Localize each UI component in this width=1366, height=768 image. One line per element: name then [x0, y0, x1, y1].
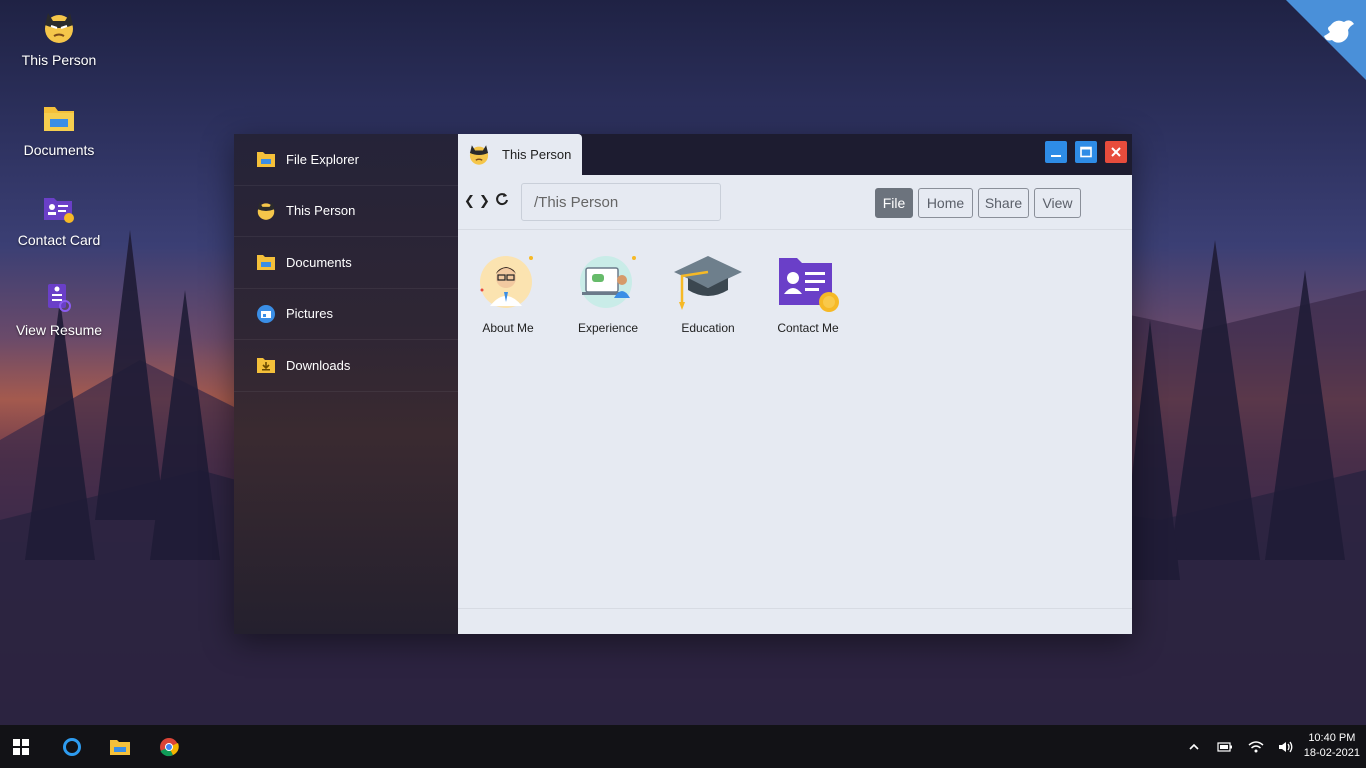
graduation-cap-icon [663, 250, 753, 314]
clock-time: 10:40 PM [1308, 732, 1356, 744]
file-explorer-taskbar-icon[interactable] [108, 735, 132, 759]
minimize-icon [1051, 155, 1061, 157]
bird-icon [1286, 0, 1366, 80]
pictures-icon [256, 304, 276, 324]
desktop-icon-this-person[interactable]: This Person [14, 8, 104, 68]
desktop-icon-label: This Person [21, 52, 97, 68]
taskbar: 10:40 PM 18-02-2021 [0, 725, 1366, 768]
file-experience[interactable]: Experience [563, 250, 653, 335]
forward-icon[interactable]: ❯ [479, 193, 490, 209]
desktop-icon-label: Contact Card [17, 232, 101, 248]
address-bar[interactable] [521, 183, 721, 221]
corner-badge[interactable] [1286, 0, 1366, 80]
minimize-button[interactable] [1045, 141, 1067, 163]
batman-icon [256, 201, 276, 221]
sidebar-item-pictures[interactable]: Pictures [234, 289, 458, 340]
sidebar-item-label: Pictures [286, 306, 333, 322]
file-label: About Me [482, 321, 534, 335]
battery-icon[interactable] [1217, 739, 1233, 755]
maximize-icon [1080, 146, 1092, 158]
folder-icon [14, 98, 104, 138]
avatar-icon [463, 250, 553, 314]
file-label: Experience [577, 321, 639, 335]
batman-icon [14, 8, 104, 48]
clock-date: 18-02-2021 [1303, 747, 1360, 759]
toolbar-share-button[interactable]: Share [978, 188, 1029, 218]
chrome-icon[interactable] [157, 735, 181, 759]
file-explorer-window: File Explorer This Person Documents Pict… [234, 134, 1132, 634]
resume-icon [14, 278, 104, 318]
file-label: Education [681, 321, 735, 335]
desktop-icon-contact-card[interactable]: Contact Card [14, 188, 104, 248]
windows-start-icon[interactable] [9, 735, 33, 759]
tab-this-person[interactable]: This Person [458, 134, 582, 175]
downloads-folder-icon [256, 355, 276, 375]
folder-icon [256, 252, 276, 272]
toolbar-view-button[interactable]: View [1034, 188, 1081, 218]
sidebar-item-this-person[interactable]: This Person [234, 186, 458, 237]
sidebar-item-label: Documents [286, 254, 352, 270]
title-bar: This Person [458, 134, 1132, 175]
batman-icon [469, 144, 489, 165]
maximize-button[interactable] [1075, 141, 1097, 163]
desktop-icon-label: View Resume [15, 322, 103, 338]
sidebar-item-file-explorer[interactable]: File Explorer [234, 134, 458, 186]
contact-card-icon [14, 188, 104, 228]
clock[interactable]: 10:40 PM 18-02-2021 [1304, 731, 1360, 761]
chevron-up-icon[interactable] [1186, 739, 1202, 755]
back-icon[interactable]: ❮ [464, 193, 475, 209]
file-label: Contact Me [777, 321, 839, 335]
tab-label: This Person [502, 147, 572, 162]
file-contact-me[interactable]: Contact Me [763, 250, 853, 335]
status-bar [458, 608, 1132, 609]
toolbar: ❮ ❯ File Home Share View [458, 175, 1132, 230]
close-icon [1111, 147, 1121, 157]
close-button[interactable] [1105, 141, 1127, 163]
desktop-icon-view-resume[interactable]: View Resume [14, 278, 104, 338]
toolbar-home-button[interactable]: Home [918, 188, 973, 218]
refresh-icon[interactable] [495, 192, 509, 209]
folder-icon [256, 149, 276, 169]
presentation-icon [563, 250, 653, 314]
sidebar-item-label: This Person [286, 203, 356, 219]
desktop-icon-label: Documents [23, 142, 95, 158]
cortana-icon[interactable] [60, 735, 84, 759]
file-about-me[interactable]: About Me [463, 250, 553, 335]
wifi-icon[interactable] [1248, 739, 1264, 755]
volume-icon[interactable] [1277, 739, 1293, 755]
sidebar: File Explorer This Person Documents Pict… [234, 134, 458, 634]
toolbar-file-button[interactable]: File [875, 188, 913, 218]
sidebar-item-label: File Explorer [286, 151, 359, 167]
desktop-icon-documents[interactable]: Documents [14, 98, 104, 158]
sidebar-item-label: Downloads [286, 357, 351, 373]
sidebar-item-documents[interactable]: Documents [234, 237, 458, 289]
contact-card-icon [763, 250, 853, 314]
sidebar-item-downloads[interactable]: Downloads [234, 340, 458, 392]
main-panel: This Person ❮ ❯ File Home Share View [458, 134, 1132, 634]
file-education[interactable]: Education [663, 250, 753, 335]
